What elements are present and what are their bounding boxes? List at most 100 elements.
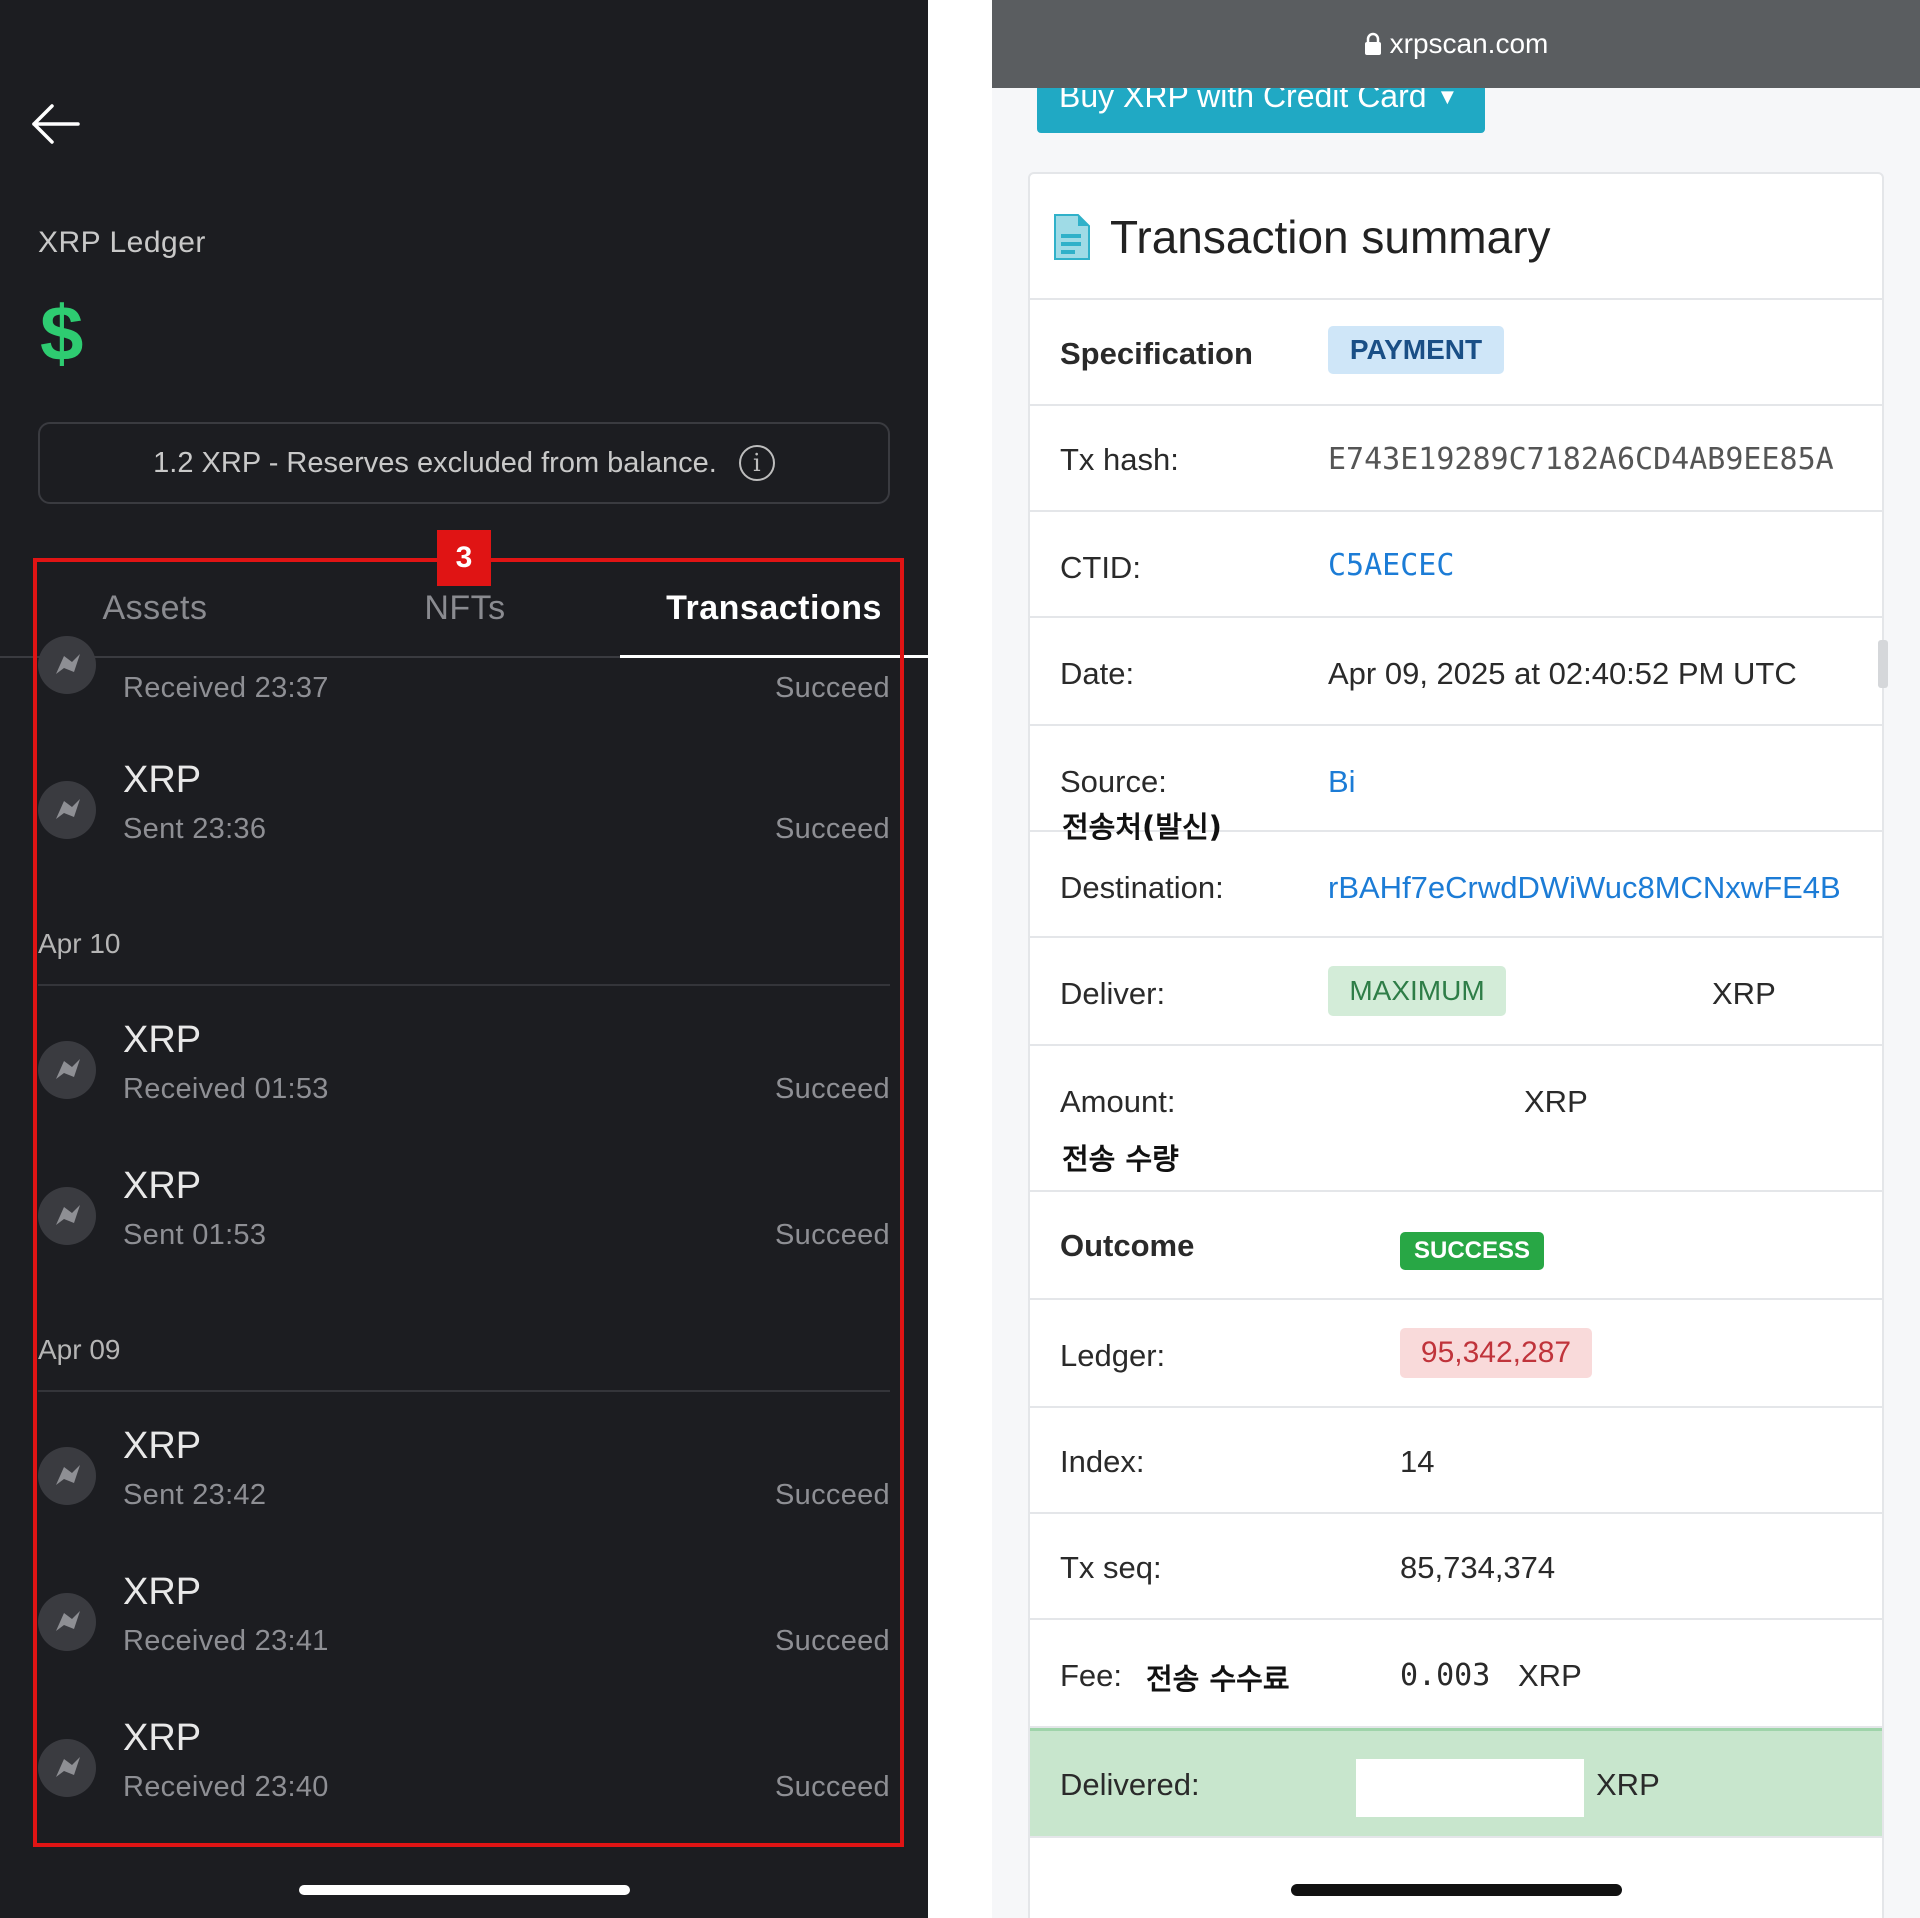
transaction-status: Succeed — [775, 672, 890, 704]
transaction-status: Succeed — [775, 1479, 890, 1511]
row-specification: Specification PAYMENT — [1030, 298, 1882, 406]
transaction-row[interactable]: XRP Received 01:53 Succeed — [38, 1005, 890, 1135]
specification-label: Specification — [1060, 336, 1253, 371]
annotation-marker: 3 — [437, 530, 491, 586]
transaction-row[interactable]: XRP Sent 23:42 Succeed — [38, 1411, 890, 1541]
transaction-row[interactable]: XRP Received 23:40 Succeed — [38, 1703, 890, 1833]
payment-badge: PAYMENT — [1328, 326, 1504, 374]
transaction-row[interactable]: Received 23:37 Succeed — [38, 628, 890, 758]
transaction-status: Succeed — [775, 1219, 890, 1251]
amount-label: Amount: — [1060, 1084, 1176, 1119]
transaction-summary-card: Transaction summary Specification PAYMEN… — [1028, 172, 1888, 1918]
row-deliver: Deliver: MAXIMUM XRP — [1030, 938, 1882, 1046]
transaction-asset: XRP — [123, 1717, 202, 1759]
card-header: Transaction summary — [1030, 174, 1882, 300]
source-label: Source: — [1060, 764, 1167, 799]
transaction-status: Succeed — [775, 1771, 890, 1803]
transaction-subtitle: Received 23:37 — [123, 672, 329, 704]
deliver-unit: XRP — [1712, 976, 1776, 1011]
row-date: Date: Apr 09, 2025 at 02:40:52 PM UTC — [1030, 618, 1888, 726]
index-label: Index: — [1060, 1444, 1145, 1479]
row-destination: Destination: rBAHf7eCrwdDWiWuc8MCNxwFE4B — [1030, 832, 1882, 938]
transaction-asset: XRP — [123, 1019, 202, 1061]
wallet-app-panel: XRP Ledger $ 1.2 XRP - Reserves excluded… — [0, 0, 928, 1918]
transaction-asset: XRP — [123, 1425, 202, 1467]
amount-korean-note: 전송 수량 — [1062, 1142, 1179, 1176]
row-ledger: Ledger: 95,342,287 — [1030, 1300, 1882, 1408]
card-title: Transaction summary — [1110, 211, 1551, 263]
transaction-row[interactable]: XRP Sent 23:36 Succeed — [38, 745, 890, 875]
row-source: Source: Bi 전송처(발신) — [1030, 726, 1882, 844]
fee-label: Fee: — [1060, 1658, 1123, 1693]
row-outcome: Outcome SUCCESS — [1030, 1192, 1882, 1300]
date-value: Apr 09, 2025 at 02:40:52 PM UTC — [1328, 656, 1797, 691]
divider — [38, 1390, 890, 1392]
divider — [38, 984, 890, 986]
xrp-token-icon — [38, 1187, 96, 1245]
xrp-token-icon — [38, 1041, 96, 1099]
date-header: Apr 10 — [38, 928, 121, 959]
transaction-subtitle: Received 23:40 — [123, 1771, 329, 1803]
ledger-label: Ledger: — [1060, 1338, 1166, 1373]
xrp-token-icon — [38, 1593, 96, 1651]
tx-seq-value: 85,734,374 — [1400, 1550, 1556, 1585]
xrp-token-icon — [38, 1739, 96, 1797]
home-indicator[interactable] — [1291, 1884, 1622, 1896]
fee-unit: XRP — [1518, 1658, 1582, 1693]
home-indicator[interactable] — [299, 1885, 630, 1895]
balance-currency-symbol: $ — [40, 289, 84, 377]
transaction-asset: XRP — [123, 1165, 202, 1207]
destination-value[interactable]: rBAHf7eCrwdDWiWuc8MCNxwFE4B — [1328, 870, 1841, 906]
xrp-token-icon — [38, 1447, 96, 1505]
ctid-label: CTID: — [1060, 550, 1141, 585]
date-header: Apr 09 — [38, 1334, 121, 1365]
maximum-badge: MAXIMUM — [1328, 966, 1506, 1016]
info-icon[interactable]: i — [738, 445, 775, 481]
row-index: Index: 14 — [1030, 1408, 1882, 1514]
document-icon — [1052, 212, 1092, 267]
transaction-asset: XRP — [123, 1571, 202, 1613]
xrp-token-icon — [38, 781, 96, 839]
copy-button-edge[interactable] — [1878, 640, 1888, 688]
fee-value: 0.003 — [1400, 1658, 1491, 1693]
deliver-label: Deliver: — [1060, 976, 1166, 1011]
row-ctid: CTID: C5AECEC — [1030, 512, 1882, 618]
fee-korean-note: 전송 수수료 — [1146, 1662, 1290, 1696]
tx-seq-label: Tx seq: — [1060, 1550, 1162, 1585]
xrp-token-icon — [38, 636, 96, 694]
source-value[interactable]: Bi — [1328, 764, 1356, 800]
transaction-status: Succeed — [775, 1625, 890, 1657]
ctid-value[interactable]: C5AECEC — [1328, 548, 1454, 583]
reserve-notice[interactable]: 1.2 XRP - Reserves excluded from balance… — [38, 422, 890, 504]
row-fee: Fee: 전송 수수료 0.003 XRP — [1030, 1620, 1882, 1728]
transaction-subtitle: Sent 23:42 — [123, 1479, 267, 1511]
index-value: 14 — [1400, 1444, 1435, 1479]
delivered-amount-redacted — [1356, 1759, 1584, 1817]
transaction-subtitle: Sent 23:36 — [123, 813, 267, 845]
back-arrow-icon[interactable] — [28, 96, 84, 152]
reserve-notice-text: 1.2 XRP - Reserves excluded from balance… — [153, 446, 717, 479]
address-bar[interactable]: xrpscan.com — [992, 0, 1920, 88]
transaction-row[interactable]: XRP Received 23:41 Succeed — [38, 1557, 890, 1687]
network-name: XRP Ledger — [38, 226, 206, 259]
transaction-status: Succeed — [775, 813, 890, 845]
transaction-subtitle: Received 01:53 — [123, 1073, 329, 1105]
date-label: Date: — [1060, 656, 1135, 691]
amount-unit: XRP — [1524, 1084, 1588, 1119]
tx-hash-value[interactable]: E743E19289C7182A6CD4AB9EE85A — [1328, 442, 1834, 477]
transaction-subtitle: Received 23:41 — [123, 1625, 329, 1657]
row-delivered: Delivered: XRP — [1030, 1728, 1882, 1838]
ledger-value[interactable]: 95,342,287 — [1400, 1328, 1592, 1378]
transaction-subtitle: Sent 01:53 — [123, 1219, 267, 1251]
destination-label: Destination: — [1060, 870, 1224, 905]
delivered-label: Delivered: — [1060, 1767, 1200, 1802]
delivered-unit: XRP — [1596, 1767, 1660, 1802]
row-tx-hash: Tx hash: E743E19289C7182A6CD4AB9EE85A — [1030, 406, 1882, 512]
transaction-row[interactable]: XRP Sent 01:53 Succeed — [38, 1151, 890, 1281]
transaction-status: Succeed — [775, 1073, 890, 1105]
outcome-label: Outcome — [1060, 1228, 1195, 1263]
success-badge: SUCCESS — [1400, 1232, 1544, 1270]
lock-icon — [1364, 32, 1381, 55]
row-tx-seq: Tx seq: 85,734,374 — [1030, 1514, 1882, 1620]
url-text: xrpscan.com — [1389, 28, 1549, 59]
